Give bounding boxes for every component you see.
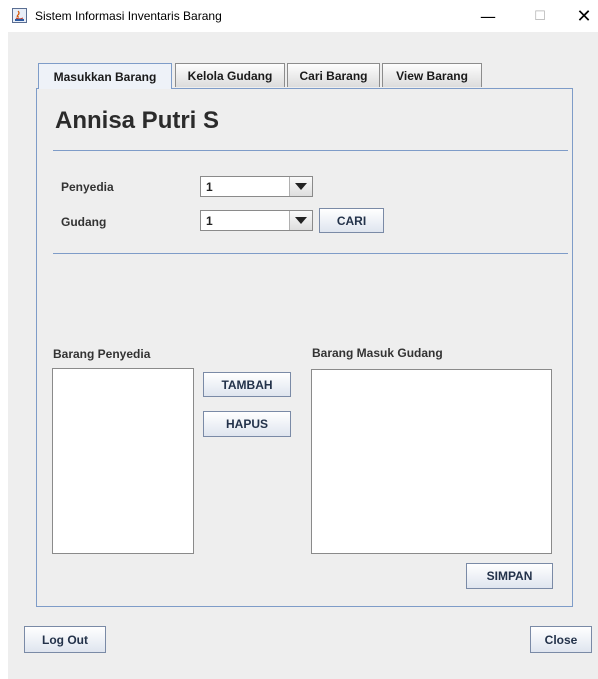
close-button[interactable]: Close <box>530 626 592 653</box>
penyedia-label: Penyedia <box>61 180 114 194</box>
barang-masuk-gudang-list[interactable] <box>311 369 552 554</box>
cari-button[interactable]: CARI <box>319 208 384 233</box>
penyedia-value: 1 <box>206 180 213 194</box>
chevron-down-icon[interactable] <box>289 177 312 196</box>
separator-top <box>53 150 568 151</box>
gudang-value: 1 <box>206 214 213 228</box>
simpan-button[interactable]: SIMPAN <box>466 563 553 589</box>
hapus-button[interactable]: HAPUS <box>203 411 291 437</box>
java-app-icon <box>12 8 27 23</box>
gudang-label: Gudang <box>61 215 107 229</box>
close-window-button[interactable]: ✕ <box>562 2 598 30</box>
chevron-down-icon[interactable] <box>289 211 312 230</box>
window-title: Sistem Informasi Inventaris Barang <box>35 9 222 23</box>
tab-cari-barang[interactable]: Cari Barang <box>287 63 380 87</box>
barang-penyedia-list[interactable] <box>52 368 194 554</box>
maximize-button[interactable]: ☐ <box>518 2 562 30</box>
title-bar: Sistem Informasi Inventaris Barang — ☐ ✕ <box>0 0 598 32</box>
minimize-button[interactable]: — <box>466 2 510 30</box>
barang-masuk-gudang-label: Barang Masuk Gudang <box>312 346 443 360</box>
tab-kelola-gudang[interactable]: Kelola Gudang <box>175 63 285 87</box>
logout-button[interactable]: Log Out <box>24 626 106 653</box>
page-title: Annisa Putri S <box>55 107 220 134</box>
tambah-button[interactable]: TAMBAH <box>203 372 291 397</box>
tab-view-barang[interactable]: View Barang <box>382 63 482 87</box>
separator-middle <box>53 253 568 254</box>
tab-masukkan-barang[interactable]: Masukkan Barang <box>38 63 172 89</box>
gudang-combobox[interactable]: 1 <box>200 210 313 231</box>
penyedia-combobox[interactable]: 1 <box>200 176 313 197</box>
barang-penyedia-label: Barang Penyedia <box>53 347 151 361</box>
